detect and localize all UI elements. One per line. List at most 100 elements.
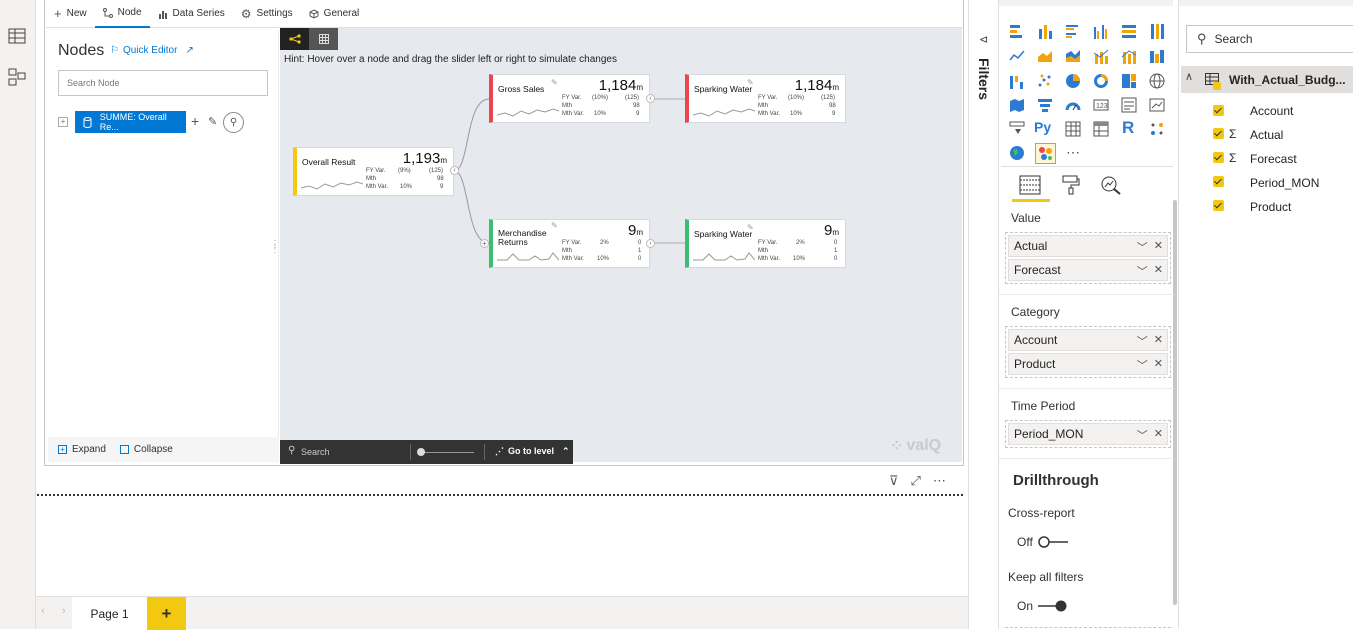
data-view-icon[interactable]	[6, 25, 28, 47]
collapse-overall-icon[interactable]: ‹	[450, 166, 459, 175]
filters-pane-collapsed[interactable]: ⊲ Filters	[968, 0, 998, 629]
focus-mode-icon[interactable]: ⤢	[911, 473, 921, 489]
chevron-down-icon[interactable]: ﹀	[1137, 357, 1148, 373]
r-visual-icon[interactable]: R	[1122, 118, 1138, 137]
checkbox-account[interactable]	[1213, 105, 1224, 116]
close-icon[interactable]: ✕	[1154, 263, 1163, 279]
zoom-slider-thumb[interactable]	[417, 448, 425, 456]
close-icon[interactable]: ✕	[1154, 239, 1163, 255]
add-node-icon[interactable]: +	[191, 113, 199, 129]
field-pill-account[interactable]: Account ﹀ ✕	[1008, 329, 1168, 351]
tab-general[interactable]: General	[301, 0, 368, 28]
scatter-chart-icon[interactable]	[1037, 73, 1053, 89]
edit-icon[interactable]: ✎	[551, 78, 558, 87]
node-card-overall[interactable]: Overall Result 1,193m FY Var. (9%) (125)…	[293, 147, 454, 196]
wrench-icon[interactable]: ⚲	[223, 112, 244, 133]
close-icon[interactable]: ✕	[1154, 333, 1163, 349]
line-stacked-column-icon[interactable]	[1121, 48, 1137, 64]
donut-chart-icon[interactable]	[1093, 73, 1109, 89]
chevron-down-icon[interactable]: ﹀	[1137, 239, 1148, 255]
stacked-bar-chart-icon[interactable]	[1009, 23, 1025, 39]
area-chart-icon[interactable]	[1037, 48, 1053, 64]
page-tab-1[interactable]: Page 1	[72, 597, 147, 630]
field-actual[interactable]: Actual	[1250, 128, 1283, 142]
collapse-filters-icon[interactable]: ⊲	[979, 33, 988, 46]
key-influencers-icon[interactable]	[1149, 121, 1165, 137]
gauge-icon[interactable]	[1065, 97, 1081, 113]
field-pill-product[interactable]: Product ﹀ ✕	[1008, 353, 1168, 375]
search-node-input[interactable]	[58, 70, 268, 96]
funnel-icon[interactable]	[1037, 97, 1053, 113]
checkbox-forecast[interactable]	[1213, 152, 1224, 163]
close-icon[interactable]: ✕	[1154, 357, 1163, 373]
map-icon[interactable]	[1149, 73, 1165, 89]
chevron-down-icon[interactable]: ﹀	[1137, 263, 1148, 279]
viz-scrollbar[interactable]	[1173, 200, 1177, 605]
field-pill-forecast[interactable]: Forecast ﹀ ✕	[1008, 259, 1168, 281]
cross-report-toggle[interactable]	[1037, 535, 1071, 549]
expand-merch-icon[interactable]: +	[480, 239, 489, 248]
edit-icon[interactable]: ✎	[747, 78, 754, 87]
valq-visual-icon[interactable]	[1035, 143, 1056, 164]
kpi-icon[interactable]	[1149, 97, 1165, 113]
category-well[interactable]: Account ﹀ ✕ Product ﹀ ✕	[1005, 326, 1171, 378]
line-chart-icon[interactable]	[1009, 48, 1025, 64]
edit-icon[interactable]: ✎	[551, 221, 558, 230]
drillthrough-well[interactable]	[1005, 627, 1171, 628]
tab-node[interactable]: Node	[94, 0, 150, 28]
pie-chart-icon[interactable]	[1065, 73, 1081, 89]
tab-new[interactable]: + New	[46, 0, 95, 28]
field-pill-period-mon[interactable]: Period_MON ﹀ ✕	[1008, 423, 1168, 445]
stacked-area-chart-icon[interactable]	[1065, 48, 1081, 64]
chevron-up-icon[interactable]: ∧	[1185, 70, 1193, 83]
node-card-merchandise-returns[interactable]: Merchandise Returns ✎ 9m FY Var. 2% 0 Mth…	[489, 219, 650, 268]
expand-node-icon[interactable]: +	[58, 117, 68, 127]
panel-resize-grip[interactable]: ⋮ ⋮	[270, 240, 280, 255]
node-card-sparking-water-2[interactable]: Sparking Water ✎ 9m FY Var. 2% 0 Mth 1 M…	[685, 219, 846, 268]
slicer-icon[interactable]	[1009, 121, 1025, 137]
tree-node-summe[interactable]: SUMME: Overall Re...	[75, 111, 186, 133]
close-icon[interactable]: ✕	[1154, 427, 1163, 443]
more-visuals-icon[interactable]: ⋯	[1066, 144, 1082, 160]
globe-icon[interactable]	[1009, 145, 1025, 161]
chevron-down-icon[interactable]: ﹀	[1137, 427, 1148, 443]
canvas-search[interactable]: Search	[301, 447, 330, 457]
checkbox-period-mon[interactable]	[1213, 176, 1224, 187]
node-card-gross-sales[interactable]: Gross Sales ✎ 1,184m FY Var. (10%) (125)…	[489, 74, 650, 123]
prev-page-icon[interactable]: ‹	[41, 605, 45, 617]
card-icon[interactable]: 123	[1093, 97, 1109, 113]
treemap-icon[interactable]	[1121, 73, 1137, 89]
filter-icon[interactable]: ⊽	[889, 473, 899, 489]
100-stacked-bar-icon[interactable]	[1121, 23, 1137, 39]
keep-filters-toggle[interactable]	[1035, 599, 1069, 613]
multi-row-card-icon[interactable]	[1121, 97, 1137, 113]
table-icon[interactable]	[1065, 121, 1081, 137]
filled-map-icon[interactable]	[1009, 97, 1025, 113]
chevron-down-icon[interactable]: ﹀	[1137, 333, 1148, 349]
waterfall-chart-icon[interactable]	[1009, 73, 1025, 89]
edit-node-icon[interactable]: ✎	[208, 115, 217, 128]
more-options-icon[interactable]: ⋯	[933, 473, 946, 489]
clustered-bar-chart-icon[interactable]	[1065, 23, 1081, 39]
100-stacked-column-icon[interactable]	[1149, 23, 1165, 39]
field-account[interactable]: Account	[1250, 104, 1293, 118]
time-period-well[interactable]: Period_MON ﹀ ✕	[1005, 420, 1171, 448]
fields-tab-icon[interactable]	[1019, 175, 1041, 195]
field-period-mon[interactable]: Period_MON	[1250, 176, 1319, 190]
field-pill-actual[interactable]: Actual ﹀ ✕	[1008, 235, 1168, 257]
clustered-column-chart-icon[interactable]	[1093, 23, 1109, 39]
field-forecast[interactable]: Forecast	[1250, 152, 1297, 166]
next-page-icon[interactable]: ›	[62, 605, 66, 617]
tab-data-series[interactable]: Data Series	[150, 0, 233, 28]
collapse-button[interactable]: Collapse	[119, 444, 173, 455]
model-view-icon[interactable]	[6, 66, 28, 88]
field-product[interactable]: Product	[1250, 200, 1291, 214]
line-clustered-column-icon[interactable]	[1093, 48, 1109, 64]
expand-button[interactable]: + Expand	[58, 444, 106, 455]
matrix-icon[interactable]	[1093, 121, 1109, 137]
stacked-column-chart-icon[interactable]	[1037, 23, 1053, 39]
quick-editor-link[interactable]: ⚐ Quick Editor ↗	[110, 45, 194, 56]
python-visual-icon[interactable]: Py	[1034, 119, 1056, 135]
zoom-slider-track[interactable]	[418, 452, 474, 453]
analytics-magnifier-icon[interactable]	[1100, 175, 1122, 195]
